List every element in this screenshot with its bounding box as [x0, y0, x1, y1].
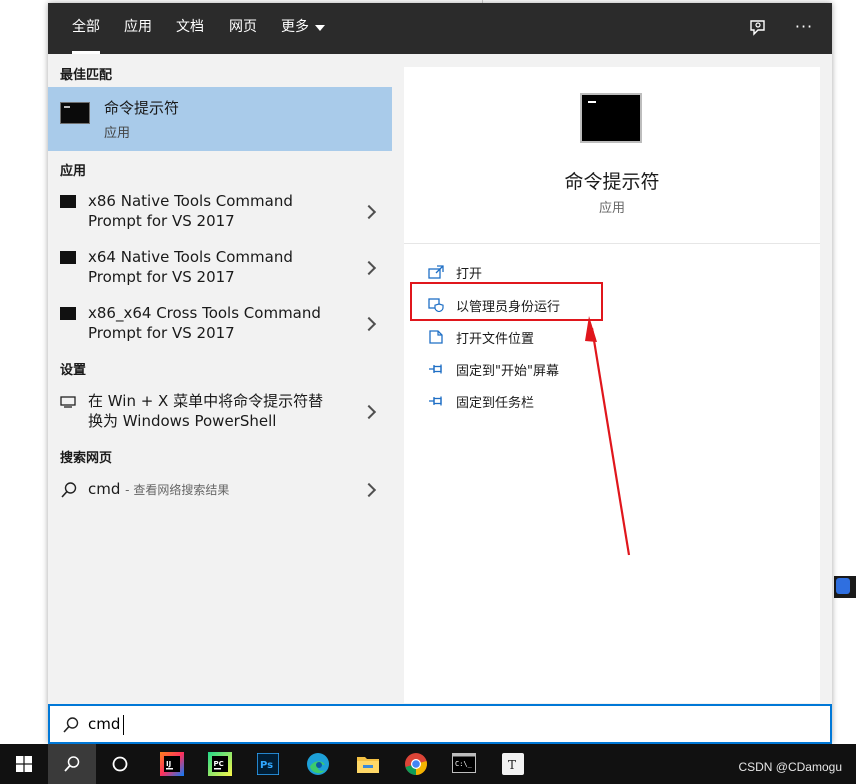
chrome-icon: [405, 753, 427, 775]
list-item[interactable]: x86 Native Tools Command Prompt for VS 2…: [48, 191, 392, 243]
file-explorer-icon: [357, 757, 379, 773]
annotation-arrow: [585, 316, 631, 556]
taskbar-app-typora[interactable]: T: [490, 744, 538, 784]
taskbar-app-pycharm[interactable]: PC: [196, 744, 244, 784]
chevron-right-icon[interactable]: [361, 482, 377, 498]
app-title-line2: Prompt for VS 2017: [88, 268, 235, 286]
feedback-icon[interactable]: [748, 18, 768, 38]
watermark: CSDN @CDamogu: [738, 760, 842, 774]
action-open-file-location-label: 打开文件位置: [456, 332, 535, 347]
settings-header: 设置: [60, 363, 87, 378]
action-open[interactable]: 打开: [426, 260, 646, 284]
chevron-down-icon[interactable]: [315, 25, 325, 31]
search-input[interactable]: [88, 713, 688, 735]
app-title-line1: x86_x64 Cross Tools Command: [88, 304, 321, 322]
app-title-line2: Prompt for VS 2017: [88, 324, 235, 342]
list-item[interactable]: 在 Win + X 菜单中将命令提示符替 换为 Windows PowerShe…: [48, 391, 392, 443]
taskbar: IJ PC Ps C:\_ T CSDN @CDamogu: [0, 744, 856, 784]
setting-title-line2: 换为 Windows PowerShell: [88, 412, 277, 430]
web-query-text: cmd: [88, 480, 121, 498]
search-icon: [63, 717, 79, 733]
list-item[interactable]: x64 Native Tools Command Prompt for VS 2…: [48, 247, 392, 299]
command-prompt-icon: [60, 102, 90, 124]
setting-title-line1: 在 Win + X 菜单中将命令提示符替: [88, 392, 324, 410]
app-title-line2: Prompt for VS 2017: [88, 212, 235, 230]
open-icon: [428, 265, 444, 279]
edge-icon: [307, 753, 329, 775]
web-search-header: 搜索网页: [60, 451, 113, 466]
command-prompt-icon: [60, 195, 76, 208]
cortana-button[interactable]: [96, 744, 144, 784]
file-location-icon: [429, 330, 443, 344]
terminal-icon: C:\_: [452, 753, 476, 773]
command-prompt-icon: [60, 251, 76, 264]
text-caret: [123, 715, 124, 735]
taskbar-app-chrome[interactable]: [392, 744, 440, 784]
detail-divider: [404, 243, 820, 244]
best-match-subtitle: 应用: [104, 126, 131, 141]
svg-text:PC: PC: [214, 760, 224, 768]
chevron-right-icon[interactable]: [361, 204, 377, 220]
search-filter-bar: 全部 应用 文档 网页 更多 ···: [48, 3, 832, 54]
svg-text:Ps: Ps: [260, 760, 273, 771]
best-match-header: 最佳匹配: [60, 68, 113, 83]
detail-subtitle: 应用: [598, 201, 625, 216]
action-pin-to-start-label: 固定到"开始"屏幕: [456, 364, 559, 379]
more-options-icon[interactable]: ···: [792, 17, 816, 39]
taskbar-search-button[interactable]: [48, 744, 96, 784]
tab-documents[interactable]: 文档: [176, 3, 204, 54]
chevron-right-icon[interactable]: [361, 260, 377, 276]
cortana-icon: [112, 756, 128, 772]
detail-title: 命令提示符: [564, 171, 660, 193]
list-item[interactable]: cmd - 查看网络搜索结果: [48, 479, 392, 505]
command-prompt-icon: [60, 307, 76, 320]
pycharm-icon: PC: [208, 752, 232, 776]
taskbar-app-photoshop[interactable]: Ps: [244, 744, 292, 784]
typora-icon: T: [502, 753, 524, 775]
windows-start-button[interactable]: [0, 744, 48, 784]
app-title-line1: x64 Native Tools Command: [88, 248, 293, 266]
best-match-item[interactable]: 命令提示符 应用: [48, 87, 392, 151]
search-icon: [64, 756, 80, 772]
background-app-icon: [836, 578, 850, 594]
app-title-line1: x86 Native Tools Command: [88, 192, 293, 210]
search-box[interactable]: [48, 704, 832, 744]
pin-icon: [429, 364, 442, 374]
tab-more[interactable]: 更多: [281, 3, 309, 54]
svg-text:T: T: [508, 758, 516, 772]
action-open-label: 打开: [456, 267, 483, 282]
web-query: cmd - 查看网络搜索结果: [88, 479, 229, 500]
tab-apps[interactable]: 应用: [124, 3, 152, 54]
list-item[interactable]: x86_x64 Cross Tools Command Prompt for V…: [48, 303, 392, 355]
taskbar-app-file-explorer[interactable]: [344, 744, 392, 784]
chevron-right-icon[interactable]: [361, 316, 377, 332]
pin-icon: [429, 396, 442, 406]
windows-start-icon: [16, 756, 32, 772]
chevron-right-icon[interactable]: [361, 404, 377, 420]
start-search-panel: 全部 应用 文档 网页 更多 ··· 最佳匹配 命令提示符 应用 应用 x86 …: [48, 3, 832, 743]
taskbar-app-terminal[interactable]: C:\_: [440, 744, 488, 784]
svg-text:IJ: IJ: [166, 760, 171, 768]
taskbar-app-intellij[interactable]: IJ: [148, 744, 196, 784]
intellij-idea-icon: IJ: [160, 752, 184, 776]
taskbar-app-edge[interactable]: [294, 744, 342, 784]
photoshop-icon: Ps: [257, 753, 279, 775]
apps-header: 应用: [60, 164, 87, 179]
best-match-title: 命令提示符: [104, 99, 180, 117]
tab-web[interactable]: 网页: [229, 3, 257, 54]
tab-all[interactable]: 全部: [72, 3, 100, 54]
action-pin-to-taskbar-label: 固定到任务栏: [456, 396, 535, 411]
search-icon: [61, 482, 77, 498]
web-query-suffix: - 查看网络搜索结果: [125, 483, 230, 497]
command-prompt-icon: [580, 93, 642, 143]
monitor-icon: [60, 396, 76, 408]
svg-text:C:\_: C:\_: [455, 760, 473, 768]
